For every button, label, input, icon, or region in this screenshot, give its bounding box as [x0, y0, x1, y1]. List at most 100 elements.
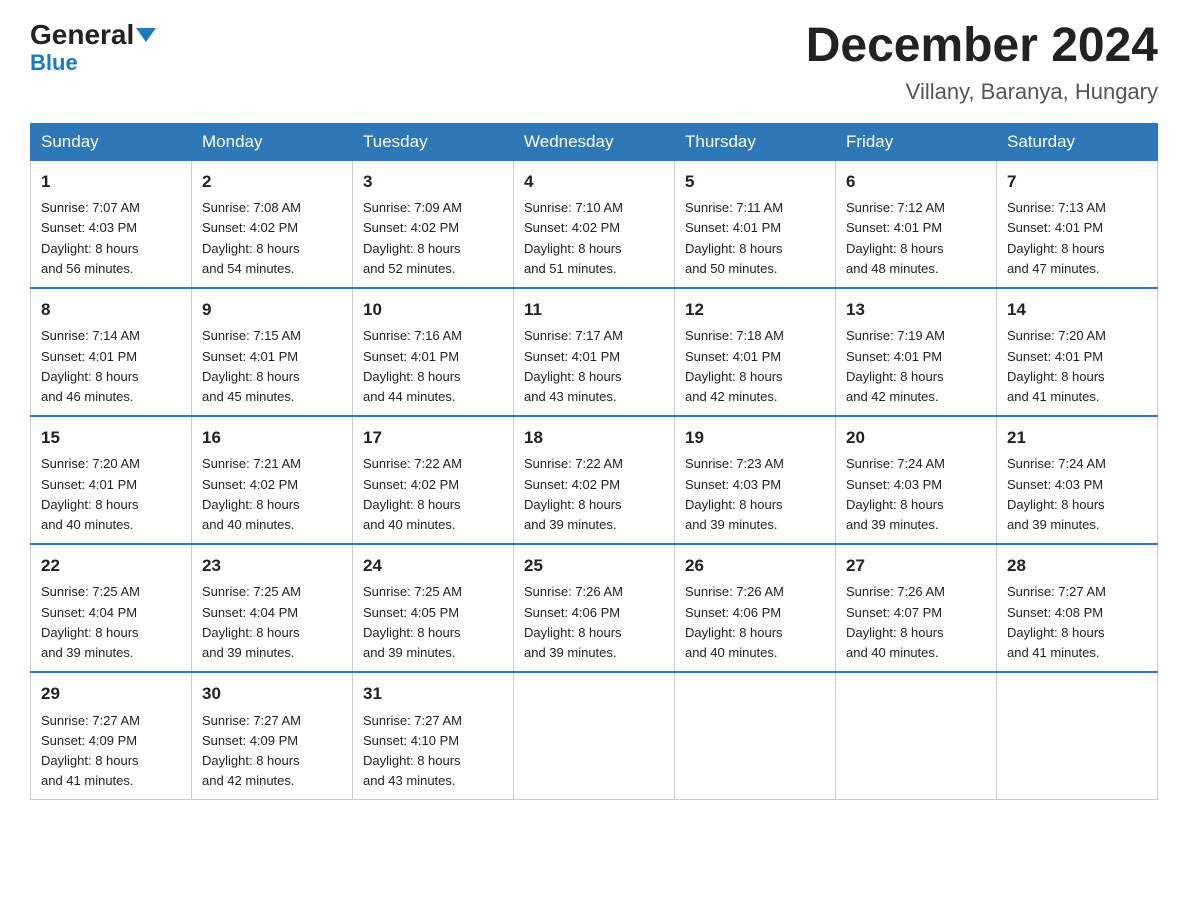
- day-info: Sunrise: 7:26 AMSunset: 4:07 PMDaylight:…: [846, 584, 945, 659]
- day-cell: 26 Sunrise: 7:26 AMSunset: 4:06 PMDaylig…: [675, 544, 836, 672]
- day-number: 12: [685, 297, 825, 323]
- day-cell: 25 Sunrise: 7:26 AMSunset: 4:06 PMDaylig…: [514, 544, 675, 672]
- day-info: Sunrise: 7:10 AMSunset: 4:02 PMDaylight:…: [524, 200, 623, 275]
- day-info: Sunrise: 7:27 AMSunset: 4:09 PMDaylight:…: [41, 713, 140, 788]
- logo-triangle-icon: [136, 28, 156, 42]
- day-cell: [675, 672, 836, 800]
- day-cell: 20 Sunrise: 7:24 AMSunset: 4:03 PMDaylig…: [836, 416, 997, 544]
- header-friday: Friday: [836, 123, 997, 160]
- day-number: 1: [41, 169, 181, 195]
- day-number: 13: [846, 297, 986, 323]
- day-cell: 31 Sunrise: 7:27 AMSunset: 4:10 PMDaylig…: [353, 672, 514, 800]
- day-number: 4: [524, 169, 664, 195]
- day-info: Sunrise: 7:23 AMSunset: 4:03 PMDaylight:…: [685, 456, 784, 531]
- day-info: Sunrise: 7:11 AMSunset: 4:01 PMDaylight:…: [685, 200, 783, 275]
- day-cell: 16 Sunrise: 7:21 AMSunset: 4:02 PMDaylig…: [192, 416, 353, 544]
- day-number: 2: [202, 169, 342, 195]
- day-number: 10: [363, 297, 503, 323]
- day-info: Sunrise: 7:21 AMSunset: 4:02 PMDaylight:…: [202, 456, 301, 531]
- day-cell: [997, 672, 1158, 800]
- day-info: Sunrise: 7:24 AMSunset: 4:03 PMDaylight:…: [1007, 456, 1106, 531]
- day-info: Sunrise: 7:26 AMSunset: 4:06 PMDaylight:…: [685, 584, 784, 659]
- header-row: SundayMondayTuesdayWednesdayThursdayFrid…: [31, 123, 1158, 160]
- day-info: Sunrise: 7:07 AMSunset: 4:03 PMDaylight:…: [41, 200, 140, 275]
- day-info: Sunrise: 7:09 AMSunset: 4:02 PMDaylight:…: [363, 200, 462, 275]
- day-cell: 30 Sunrise: 7:27 AMSunset: 4:09 PMDaylig…: [192, 672, 353, 800]
- day-cell: 7 Sunrise: 7:13 AMSunset: 4:01 PMDayligh…: [997, 160, 1158, 288]
- day-number: 3: [363, 169, 503, 195]
- day-number: 8: [41, 297, 181, 323]
- day-info: Sunrise: 7:12 AMSunset: 4:01 PMDaylight:…: [846, 200, 945, 275]
- day-cell: 28 Sunrise: 7:27 AMSunset: 4:08 PMDaylig…: [997, 544, 1158, 672]
- day-info: Sunrise: 7:20 AMSunset: 4:01 PMDaylight:…: [41, 456, 140, 531]
- day-number: 24: [363, 553, 503, 579]
- day-cell: 27 Sunrise: 7:26 AMSunset: 4:07 PMDaylig…: [836, 544, 997, 672]
- day-number: 27: [846, 553, 986, 579]
- day-info: Sunrise: 7:26 AMSunset: 4:06 PMDaylight:…: [524, 584, 623, 659]
- day-info: Sunrise: 7:13 AMSunset: 4:01 PMDaylight:…: [1007, 200, 1106, 275]
- day-cell: 1 Sunrise: 7:07 AMSunset: 4:03 PMDayligh…: [31, 160, 192, 288]
- day-number: 31: [363, 681, 503, 707]
- day-cell: 3 Sunrise: 7:09 AMSunset: 4:02 PMDayligh…: [353, 160, 514, 288]
- day-cell: 5 Sunrise: 7:11 AMSunset: 4:01 PMDayligh…: [675, 160, 836, 288]
- day-cell: 10 Sunrise: 7:16 AMSunset: 4:01 PMDaylig…: [353, 288, 514, 416]
- day-info: Sunrise: 7:27 AMSunset: 4:10 PMDaylight:…: [363, 713, 462, 788]
- day-info: Sunrise: 7:22 AMSunset: 4:02 PMDaylight:…: [524, 456, 623, 531]
- day-number: 19: [685, 425, 825, 451]
- day-cell: 17 Sunrise: 7:22 AMSunset: 4:02 PMDaylig…: [353, 416, 514, 544]
- week-row-4: 22 Sunrise: 7:25 AMSunset: 4:04 PMDaylig…: [31, 544, 1158, 672]
- day-info: Sunrise: 7:14 AMSunset: 4:01 PMDaylight:…: [41, 328, 140, 403]
- logo-general: General: [30, 19, 156, 50]
- day-cell: 9 Sunrise: 7:15 AMSunset: 4:01 PMDayligh…: [192, 288, 353, 416]
- day-info: Sunrise: 7:25 AMSunset: 4:04 PMDaylight:…: [202, 584, 301, 659]
- page-header: General Blue December 2024 Villany, Bara…: [30, 20, 1158, 105]
- day-number: 18: [524, 425, 664, 451]
- day-info: Sunrise: 7:24 AMSunset: 4:03 PMDaylight:…: [846, 456, 945, 531]
- day-info: Sunrise: 7:25 AMSunset: 4:05 PMDaylight:…: [363, 584, 462, 659]
- week-row-2: 8 Sunrise: 7:14 AMSunset: 4:01 PMDayligh…: [31, 288, 1158, 416]
- day-number: 14: [1007, 297, 1147, 323]
- day-number: 9: [202, 297, 342, 323]
- day-info: Sunrise: 7:17 AMSunset: 4:01 PMDaylight:…: [524, 328, 623, 403]
- day-cell: 8 Sunrise: 7:14 AMSunset: 4:01 PMDayligh…: [31, 288, 192, 416]
- header-saturday: Saturday: [997, 123, 1158, 160]
- day-number: 5: [685, 169, 825, 195]
- day-cell: 15 Sunrise: 7:20 AMSunset: 4:01 PMDaylig…: [31, 416, 192, 544]
- day-number: 30: [202, 681, 342, 707]
- header-wednesday: Wednesday: [514, 123, 675, 160]
- logo-text: General: [30, 20, 156, 51]
- day-cell: [836, 672, 997, 800]
- header-tuesday: Tuesday: [353, 123, 514, 160]
- day-cell: 22 Sunrise: 7:25 AMSunset: 4:04 PMDaylig…: [31, 544, 192, 672]
- header-thursday: Thursday: [675, 123, 836, 160]
- day-cell: 4 Sunrise: 7:10 AMSunset: 4:02 PMDayligh…: [514, 160, 675, 288]
- day-cell: 21 Sunrise: 7:24 AMSunset: 4:03 PMDaylig…: [997, 416, 1158, 544]
- day-cell: 14 Sunrise: 7:20 AMSunset: 4:01 PMDaylig…: [997, 288, 1158, 416]
- location-title: Villany, Baranya, Hungary: [806, 79, 1158, 105]
- day-info: Sunrise: 7:25 AMSunset: 4:04 PMDaylight:…: [41, 584, 140, 659]
- day-info: Sunrise: 7:19 AMSunset: 4:01 PMDaylight:…: [846, 328, 945, 403]
- day-info: Sunrise: 7:27 AMSunset: 4:08 PMDaylight:…: [1007, 584, 1106, 659]
- day-info: Sunrise: 7:27 AMSunset: 4:09 PMDaylight:…: [202, 713, 301, 788]
- day-info: Sunrise: 7:16 AMSunset: 4:01 PMDaylight:…: [363, 328, 462, 403]
- day-number: 29: [41, 681, 181, 707]
- day-cell: 19 Sunrise: 7:23 AMSunset: 4:03 PMDaylig…: [675, 416, 836, 544]
- week-row-1: 1 Sunrise: 7:07 AMSunset: 4:03 PMDayligh…: [31, 160, 1158, 288]
- day-number: 22: [41, 553, 181, 579]
- day-number: 15: [41, 425, 181, 451]
- day-number: 28: [1007, 553, 1147, 579]
- day-number: 16: [202, 425, 342, 451]
- day-cell: 18 Sunrise: 7:22 AMSunset: 4:02 PMDaylig…: [514, 416, 675, 544]
- day-number: 20: [846, 425, 986, 451]
- day-number: 26: [685, 553, 825, 579]
- day-number: 11: [524, 297, 664, 323]
- day-number: 7: [1007, 169, 1147, 195]
- day-number: 6: [846, 169, 986, 195]
- day-number: 17: [363, 425, 503, 451]
- logo-blue: Blue: [30, 50, 78, 75]
- day-number: 25: [524, 553, 664, 579]
- day-info: Sunrise: 7:18 AMSunset: 4:01 PMDaylight:…: [685, 328, 784, 403]
- day-cell: 2 Sunrise: 7:08 AMSunset: 4:02 PMDayligh…: [192, 160, 353, 288]
- day-info: Sunrise: 7:08 AMSunset: 4:02 PMDaylight:…: [202, 200, 301, 275]
- header-sunday: Sunday: [31, 123, 192, 160]
